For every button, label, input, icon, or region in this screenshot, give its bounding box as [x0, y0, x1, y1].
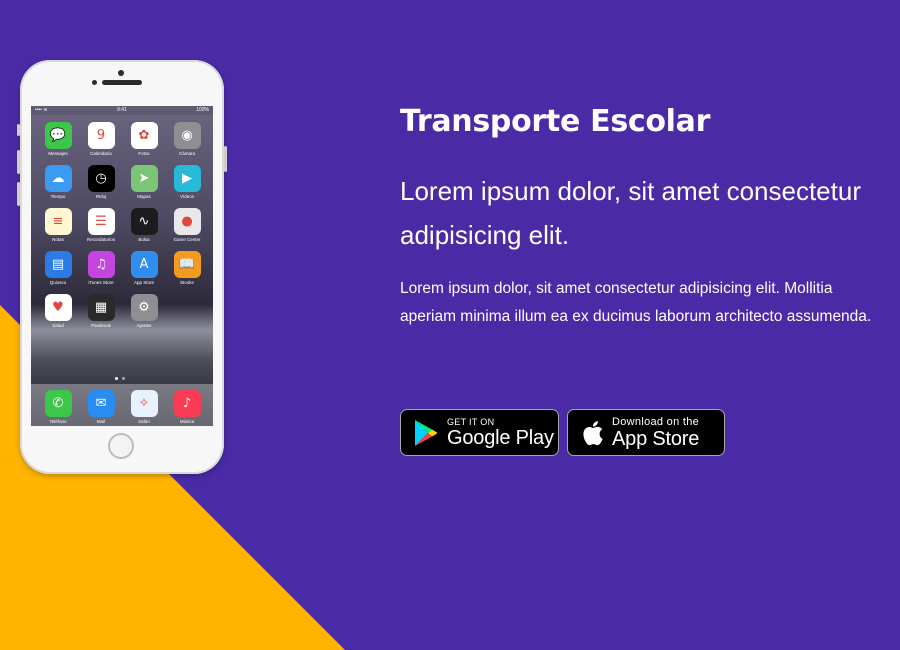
- passbook-icon: ▦: [87, 294, 115, 321]
- app-health: ♥ Salud: [37, 294, 79, 328]
- app-clock: ◷ Reloj: [80, 165, 122, 199]
- mute-switch: [17, 124, 20, 136]
- app-settings: ⚙ Ajustes: [123, 294, 165, 328]
- app-label: Notas: [52, 237, 64, 242]
- google-play-big-label: Google Play: [447, 426, 554, 449]
- phone-screen: •••• ≋ 9:41 100% 💬 Mensajes 9 Calendario ✿ Fo…: [31, 106, 213, 426]
- app-label: Calendario: [90, 151, 112, 156]
- app-label: Ajustes: [136, 323, 152, 328]
- app-messages: 💬 Mensajes: [37, 122, 79, 156]
- dock: ✆ Teléfono ✉ Mail ✧ Safari ♪ Música: [31, 384, 213, 426]
- maps-icon: ➤: [130, 165, 158, 192]
- app-ibooks: 📖 iBooks: [166, 251, 208, 285]
- app-passbook: ▦ Passbook: [80, 294, 122, 328]
- app-notes: ≡ Notas: [37, 208, 79, 242]
- home-button: [108, 433, 134, 459]
- app-safari: ✧ Safari: [123, 390, 165, 426]
- phone-icon: ✆: [44, 390, 72, 417]
- google-play-small-label: GET IT ON: [447, 416, 495, 427]
- app-photos: ✿ Fotos: [123, 122, 165, 156]
- volume-up-button: [17, 150, 20, 174]
- status-bar: •••• ≋ 9:41 100%: [31, 106, 213, 115]
- app-label: Tiempo: [50, 194, 66, 199]
- health-icon: ♥: [44, 294, 72, 321]
- app-label: Bolsa: [138, 237, 150, 242]
- app-weather: ☁ Tiempo: [37, 165, 79, 199]
- page-indicator: [115, 377, 125, 380]
- newsstand-icon: ▤: [44, 251, 72, 278]
- app-store-small-label: Download on the: [612, 415, 700, 428]
- hero-lead-text: Lorem ipsum dolor, sit amet consectetur …: [400, 176, 861, 250]
- power-button: [224, 146, 227, 172]
- game-center-icon: ●: [173, 208, 201, 235]
- app-calendar: 9 Calendario: [80, 122, 122, 156]
- store-buttons: GET IT ON Google Play Download on the Ap…: [400, 409, 725, 456]
- proximity-sensor: [92, 80, 97, 85]
- google-play-button[interactable]: GET IT ON Google Play: [400, 409, 559, 456]
- stocks-icon: ∿: [130, 208, 158, 235]
- app-label: Teléfono: [49, 419, 67, 424]
- calendar-icon: 9: [87, 122, 115, 149]
- app-label: App Store: [133, 280, 154, 285]
- app-reminders: ☰ Recordatorios: [80, 208, 122, 242]
- apple-icon: [583, 420, 603, 445]
- app-label: Música: [179, 419, 195, 424]
- safari-icon: ✧: [130, 390, 158, 417]
- app-label: Safari: [138, 419, 150, 424]
- hero-body-text: Lorem ipsum dolor, sit amet consectetur …: [400, 280, 872, 325]
- app-app-store: A App Store: [123, 251, 165, 285]
- google-play-icon: [415, 419, 437, 446]
- page-title: Transporte Escolar: [400, 104, 711, 139]
- music-icon: ♪: [173, 390, 201, 417]
- app-label: Recordatorios: [86, 237, 115, 242]
- phone-mockup: •••• ≋ 9:41 100% 💬 Mensajes 9 Calendario ✿ Fo…: [17, 60, 227, 474]
- app-videos: ▶ Vídeos: [166, 165, 208, 199]
- app-label: Mensajes: [48, 151, 68, 156]
- app-label: iTunes Store: [88, 280, 114, 285]
- photos-icon: ✿: [130, 122, 158, 149]
- videos-icon: ▶: [173, 165, 201, 192]
- home-screen-app-grid: 💬 Mensajes 9 Calendario ✿ Fotos ◉ Cámara ☁ Tiempo…: [37, 122, 207, 328]
- app-store-button[interactable]: Download on the App Store: [567, 409, 725, 456]
- app-maps: ➤ Mapas: [123, 165, 165, 199]
- ibooks-icon: 📖: [173, 251, 201, 278]
- app-label: Mapas: [137, 194, 151, 199]
- app-label: Quiosco: [49, 280, 67, 285]
- app-label: Passbook: [91, 323, 111, 328]
- app-newsstand: ▤ Quiosco: [37, 251, 79, 285]
- battery-level: 100%: [196, 107, 209, 113]
- app-label: Reloj: [95, 194, 107, 199]
- app-phone: ✆ Teléfono: [37, 390, 79, 426]
- mail-icon: ✉: [87, 390, 115, 417]
- volume-down-button: [17, 182, 20, 206]
- earpiece-speaker: [102, 80, 142, 85]
- app-label: Game Center: [173, 237, 201, 242]
- app-label: Fotos: [138, 151, 150, 156]
- app-label: Mail: [96, 419, 106, 424]
- status-time: 9:41: [117, 107, 127, 113]
- messages-icon: 💬: [44, 122, 72, 149]
- app-camera: ◉ Cámara: [166, 122, 208, 156]
- itunes-icon: ♫: [87, 251, 115, 278]
- app-label: iBooks: [180, 280, 194, 285]
- app-store-icon: A: [130, 251, 158, 278]
- app-itunes: ♫ iTunes Store: [80, 251, 122, 285]
- notes-icon: ≡: [44, 208, 72, 235]
- app-label: Vídeos: [179, 194, 194, 199]
- app-label: Cámara: [178, 151, 195, 156]
- app-music: ♪ Música: [166, 390, 208, 426]
- front-camera: [118, 70, 124, 76]
- clock-icon: ◷: [87, 165, 115, 192]
- app-stocks: ∿ Bolsa: [123, 208, 165, 242]
- app-store-big-label: App Store: [612, 427, 700, 450]
- camera-icon: ◉: [173, 122, 201, 149]
- app-mail: ✉ Mail: [80, 390, 122, 426]
- hero-content: Transporte Escolar Lorem ipsum dolor, si…: [400, 104, 890, 331]
- weather-icon: ☁: [44, 165, 72, 192]
- app-game-center: ● Game Center: [166, 208, 208, 242]
- carrier-signal: •••• ≋: [35, 107, 48, 113]
- settings-icon: ⚙: [130, 294, 158, 321]
- app-label: Salud: [52, 323, 64, 328]
- reminders-icon: ☰: [87, 208, 115, 235]
